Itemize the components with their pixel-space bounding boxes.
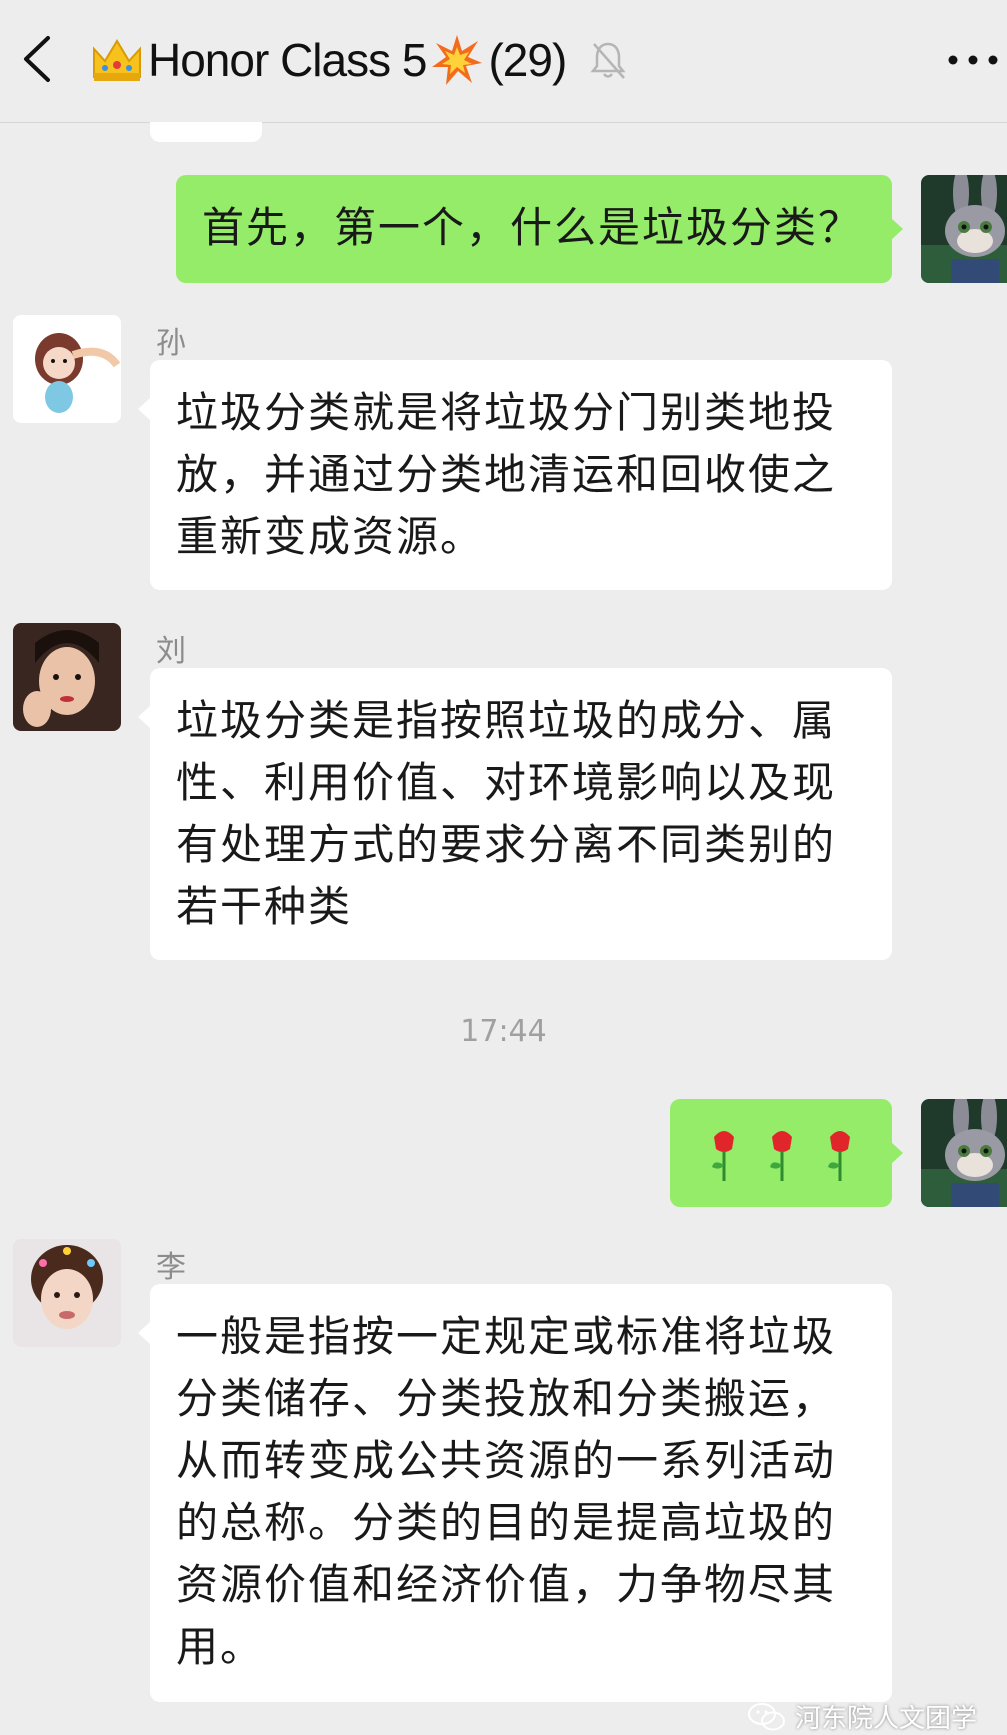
wechat-icon [747, 1702, 785, 1730]
bubble-tail [891, 218, 903, 240]
message-line: 的总称。分类的目的是提高垃圾的 [176, 1498, 837, 1547]
message-line: 放，并通过分类地清运和回收使之 [176, 450, 837, 499]
chevron-left-icon[interactable] [18, 34, 58, 84]
bunny-avatar-icon [921, 1099, 1007, 1207]
child-avatar-icon [13, 1239, 121, 1347]
message-line: 从而转变成公共资源的一系列活动 [176, 1436, 837, 1485]
chat-timestamp: 17:44 [460, 1014, 547, 1049]
bubble-tail [138, 706, 150, 728]
message-text: 首先，第一个，什么是垃圾分类？ [202, 203, 863, 252]
message-line: 有处理方式的要求分离不同类别的 [176, 820, 837, 869]
message-line: 若干种类 [176, 882, 353, 931]
avatar-self[interactable] [921, 1099, 1007, 1207]
message-line: 重新变成资源。 [176, 512, 485, 561]
message-line: 分类储存、分类投放和分类搬运， [176, 1374, 837, 1423]
avatar-self[interactable] [921, 175, 1007, 283]
message-line: 一般是指按一定规定或标准将垃圾 [176, 1312, 837, 1361]
message-bubble[interactable] [670, 1099, 892, 1207]
message-bubble[interactable]: 垃圾分类就是将垃圾分门别类地投 放，并通过分类地清运和回收使之 重新变成资源。 [150, 360, 892, 590]
member-count: (29) [488, 34, 567, 86]
ellipsis-icon[interactable] [943, 52, 1003, 68]
avatar-sender[interactable] [13, 623, 121, 731]
message-line: 垃圾分类是指按照垃圾的成分、属 [176, 696, 837, 745]
chat-header: Honor Class 5 (29) [0, 0, 1007, 123]
portrait-woman-avatar-icon [13, 623, 121, 731]
message-bubble[interactable]: 一般是指按一定规定或标准将垃圾 分类储存、分类投放和分类搬运， 从而转变成公共资… [150, 1284, 892, 1702]
watermark-text: 河东院人文团学 [794, 1704, 977, 1734]
previous-message-bubble [150, 122, 262, 142]
message-line: 垃圾分类就是将垃圾分门别类地投 [176, 388, 837, 437]
bubble-tail [138, 398, 150, 420]
rose-emoji-icon [712, 1131, 850, 1181]
crown-emoji-icon [93, 39, 141, 81]
collision-emoji-icon [432, 35, 483, 85]
chat-title-text: Honor Class 5 [148, 34, 427, 86]
message-line: 用。 [176, 1622, 265, 1671]
bell-slash-icon [590, 42, 626, 79]
cartoon-girl-avatar-icon [13, 315, 121, 423]
message-line: 资源价值和经济价值，力争物尽其 [176, 1560, 837, 1609]
bubble-tail [138, 1322, 150, 1344]
avatar-sender[interactable] [13, 315, 121, 423]
bunny-avatar-icon [921, 175, 1007, 283]
message-line: 性、利用价值、对环境影响以及现 [176, 758, 837, 807]
bubble-tail [891, 1142, 903, 1164]
chat-title: Honor Class 5 (29) [90, 30, 628, 90]
message-bubble[interactable]: 垃圾分类是指按照垃圾的成分、属 性、利用价值、对环境影响以及现 有处理方式的要求… [150, 668, 892, 960]
avatar-sender[interactable] [13, 1239, 121, 1347]
message-bubble[interactable]: 首先，第一个，什么是垃圾分类？ [176, 175, 892, 283]
watermark: 河东院人文团学 [747, 1698, 977, 1735]
